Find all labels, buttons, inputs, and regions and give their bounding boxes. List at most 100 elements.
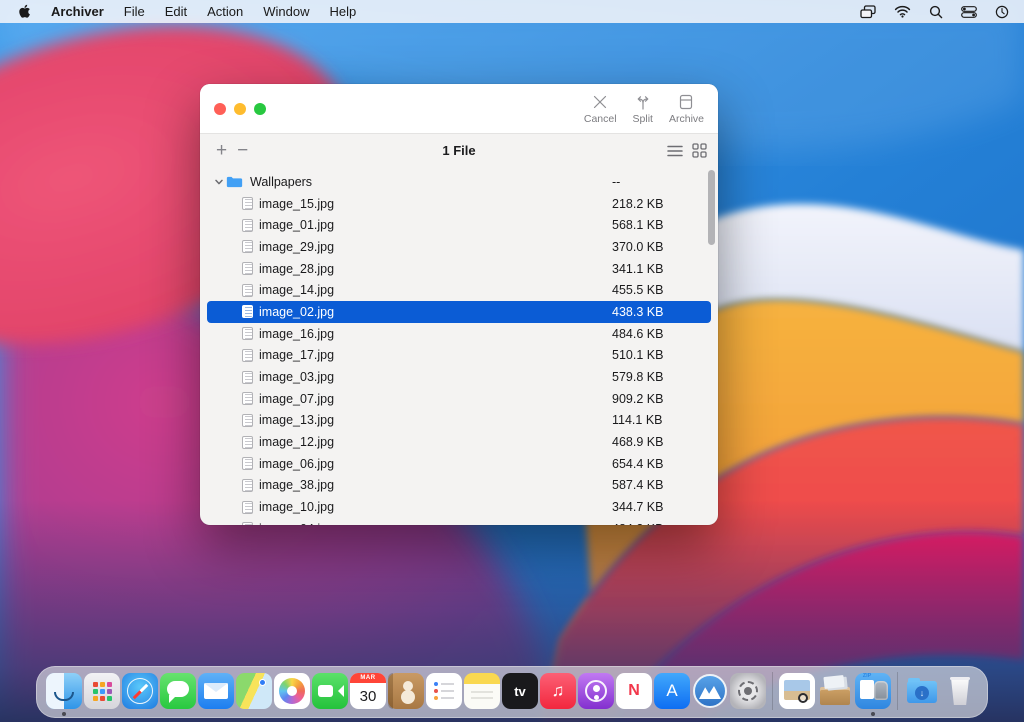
file-name: Wallpapers — [250, 175, 312, 189]
chevron-down-icon[interactable] — [212, 330, 225, 338]
file-row[interactable]: image_16.jpg 484.6 KB — [207, 323, 711, 345]
spotlight-search-icon[interactable] — [920, 5, 952, 19]
file-row[interactable]: image_01.jpg 568.1 KB — [207, 214, 711, 236]
grid-view-icon[interactable] — [692, 143, 707, 158]
file-icon — [242, 414, 253, 427]
list-view-icon[interactable] — [667, 145, 683, 157]
menu-file[interactable]: File — [114, 0, 155, 23]
file-size: 579.8 KB — [612, 370, 663, 384]
file-icon — [242, 501, 253, 514]
file-icon — [242, 240, 253, 253]
dock-mail-icon[interactable] — [198, 673, 234, 709]
dock-settings-icon[interactable] — [730, 673, 766, 709]
cancel-icon — [591, 93, 609, 111]
file-size: 568.1 KB — [612, 218, 663, 232]
file-icon — [242, 457, 253, 470]
minimize-button[interactable] — [234, 103, 246, 115]
archive-button[interactable]: Archive — [669, 93, 704, 125]
menu-window[interactable]: Window — [253, 0, 319, 23]
dock-notes-icon[interactable] — [464, 673, 500, 709]
file-row[interactable]: image_15.jpg 218.2 KB — [207, 193, 711, 215]
chevron-down-icon[interactable] — [212, 481, 225, 489]
chevron-down-icon[interactable] — [212, 178, 225, 186]
dock-appstore-icon[interactable]: A — [654, 673, 690, 709]
file-icon — [242, 197, 253, 210]
chevron-down-icon[interactable] — [212, 351, 225, 359]
chevron-down-icon[interactable] — [212, 416, 225, 424]
chevron-down-icon[interactable] — [212, 221, 225, 229]
dock-music-icon[interactable]: ♫ — [540, 673, 576, 709]
dock-contacts-icon[interactable] — [388, 673, 424, 709]
scrollbar-thumb[interactable] — [708, 170, 715, 245]
chevron-down-icon[interactable] — [212, 395, 225, 403]
dock-unarchiver-icon[interactable] — [817, 673, 853, 709]
dock-archiver-icon[interactable]: ZIP — [855, 673, 891, 709]
file-row[interactable]: image_14.jpg 455.5 KB — [207, 279, 711, 301]
dock-messages-icon[interactable] — [160, 673, 196, 709]
file-row[interactable]: Wallpapers -- — [207, 171, 711, 193]
add-file-button[interactable]: + — [211, 142, 232, 160]
menu-help[interactable]: Help — [320, 0, 367, 23]
zoom-button[interactable] — [254, 103, 266, 115]
split-icon — [634, 93, 652, 111]
file-size: 484.3 KB — [612, 522, 663, 525]
close-button[interactable] — [214, 103, 226, 115]
dock-trash-icon[interactable] — [942, 673, 978, 709]
file-row[interactable]: image_07.jpg 909.2 KB — [207, 388, 711, 410]
file-icon — [242, 392, 253, 405]
dock-calendar-icon[interactable]: MAR30 — [350, 673, 386, 709]
file-row[interactable]: image_06.jpg 654.4 KB — [207, 453, 711, 475]
apple-menu-icon[interactable] — [6, 4, 41, 19]
dock-finder-icon[interactable] — [46, 673, 82, 709]
list-header: + − 1 File — [200, 134, 718, 167]
chevron-down-icon[interactable] — [212, 200, 225, 208]
file-row[interactable]: image_10.jpg 344.7 KB — [207, 496, 711, 518]
menu-edit[interactable]: Edit — [155, 0, 197, 23]
dock-podcasts-icon[interactable] — [578, 673, 614, 709]
menu-action[interactable]: Action — [197, 0, 253, 23]
dock-facetime-icon[interactable] — [312, 673, 348, 709]
file-row[interactable]: image_13.jpg 114.1 KB — [207, 410, 711, 432]
title-bar[interactable]: Cancel Split Archive — [200, 84, 718, 134]
file-row[interactable]: image_29.jpg 370.0 KB — [207, 236, 711, 258]
cancel-button[interactable]: Cancel — [584, 93, 617, 125]
file-row[interactable]: image_02.jpg 438.3 KB — [207, 301, 711, 323]
file-row[interactable]: image_28.jpg 341.1 KB — [207, 258, 711, 280]
archive-label: Archive — [669, 113, 704, 125]
remove-file-button[interactable]: − — [232, 142, 253, 160]
file-row[interactable]: image_38.jpg 587.4 KB — [207, 475, 711, 497]
clock-icon[interactable] — [986, 5, 1018, 19]
dock-divider — [772, 672, 773, 710]
dock-mountain-icon[interactable] — [693, 674, 727, 708]
dock-preview-icon[interactable] — [779, 673, 815, 709]
split-button[interactable]: Split — [633, 93, 653, 125]
wifi-icon[interactable] — [885, 5, 920, 18]
chevron-down-icon[interactable] — [212, 503, 225, 511]
chevron-down-icon[interactable] — [212, 265, 225, 273]
dock-downloads-icon[interactable]: ↓ — [904, 673, 940, 709]
dock-news-icon[interactable]: N — [616, 673, 652, 709]
file-name: image_38.jpg — [259, 478, 334, 492]
chevron-down-icon[interactable] — [212, 308, 225, 316]
dock-photos-icon[interactable] — [274, 673, 310, 709]
dock-maps-icon[interactable] — [236, 673, 272, 709]
file-row[interactable]: image_12.jpg 468.9 KB — [207, 431, 711, 453]
file-name: image_14.jpg — [259, 283, 334, 297]
file-row[interactable]: image_04.jpg 484.3 KB — [207, 518, 711, 525]
dock-reminders-icon[interactable] — [426, 673, 462, 709]
file-size: 587.4 KB — [612, 478, 663, 492]
menu-app-name[interactable]: Archiver — [41, 0, 114, 23]
screen-mirroring-icon[interactable] — [851, 5, 885, 19]
file-size: -- — [612, 175, 620, 189]
dock-launchpad-icon[interactable] — [84, 673, 120, 709]
control-center-icon[interactable] — [952, 6, 986, 18]
dock-safari-icon[interactable] — [122, 673, 158, 709]
chevron-down-icon[interactable] — [212, 373, 225, 381]
file-row[interactable]: image_17.jpg 510.1 KB — [207, 345, 711, 367]
chevron-down-icon[interactable] — [212, 460, 225, 468]
file-row[interactable]: image_03.jpg 579.8 KB — [207, 366, 711, 388]
chevron-down-icon[interactable] — [212, 286, 225, 294]
chevron-down-icon[interactable] — [212, 243, 225, 251]
chevron-down-icon[interactable] — [212, 438, 225, 446]
dock-tv-icon[interactable]: tv — [502, 673, 538, 709]
